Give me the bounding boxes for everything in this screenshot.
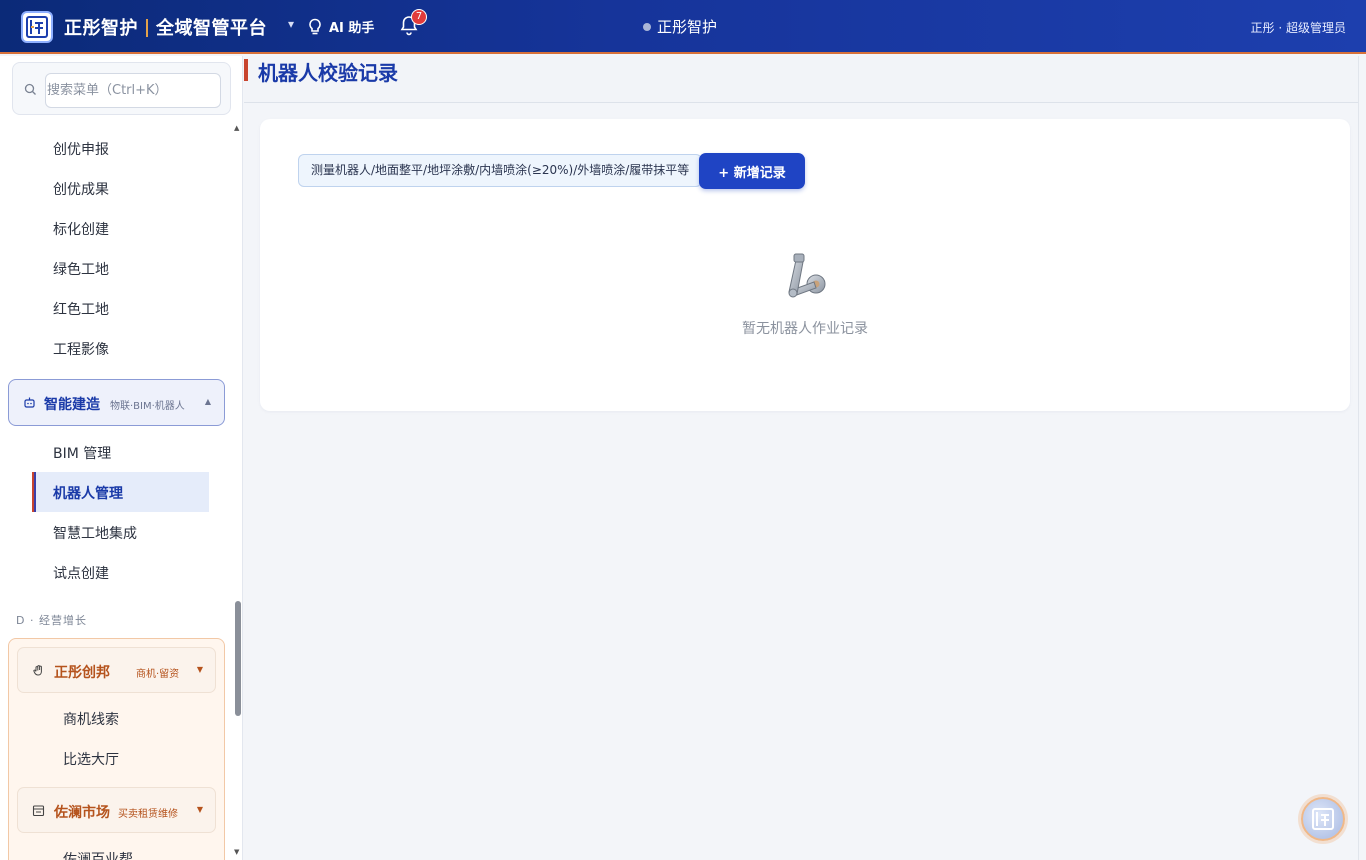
collapse-arrow-icon: ▲ xyxy=(204,397,211,406)
scroll-down-arrow[interactable]: ▼ xyxy=(234,848,239,856)
sidebar-item-robot-management[interactable]: 机器人管理 xyxy=(32,472,209,512)
sidebar-item-chuangyou-shenbao[interactable]: 创优申报 xyxy=(53,139,109,159)
sub-group-title: 正彤创邦 xyxy=(54,665,110,681)
ai-assistant-label: AI 助手 xyxy=(329,21,375,36)
section-label-growth: D · 经营增长 xyxy=(16,614,87,627)
group-title: 智能建造 xyxy=(44,397,100,413)
sidebar-item-bidding-hall[interactable]: 比选大厅 xyxy=(63,749,119,769)
robot-arm-icon xyxy=(788,253,826,298)
sidebar-group-zhengtong-chuangbang[interactable]: 正彤创邦 商机·留资 ▼ xyxy=(17,647,216,693)
platform-switch-caret[interactable]: ▾ xyxy=(288,17,294,31)
store-icon xyxy=(32,805,45,817)
expand-arrow-icon: ▼ xyxy=(196,665,203,674)
platform-name: 全域智管平台 xyxy=(156,18,267,39)
robot-icon xyxy=(24,397,35,408)
user-info[interactable]: 正彤 · 超级管理员 xyxy=(1251,19,1346,36)
sidebar-item-project-images[interactable]: 工程影像 xyxy=(53,339,109,359)
empty-state-text: 暂无机器人作业记录 xyxy=(742,321,868,337)
sub-group-subtitle: 商机·留资 xyxy=(136,669,180,680)
sidebar-item-biaohua-chuangjian[interactable]: 标化创建 xyxy=(53,219,109,239)
lightbulb-icon xyxy=(309,18,321,34)
floating-assistant-button[interactable] xyxy=(1301,797,1345,841)
search-icon xyxy=(24,83,36,95)
sidebar-item-label: 机器人管理 xyxy=(53,486,123,502)
scroll-up-arrow[interactable]: ▲ xyxy=(234,124,239,132)
sidebar-item-pilot[interactable]: 试点创建 xyxy=(53,563,109,583)
growth-group-container: 正彤创邦 商机·留资 ▼ 商机线索 比选大厅 佐澜市场 买卖租赁维修 ▼ 佐澜百… xyxy=(8,638,225,860)
sub-group-title: 佐澜市场 xyxy=(54,805,110,821)
search-box xyxy=(12,62,231,115)
top-header: 正彤智护 全域智管平台 ▾ AI 助手 7 正彤智护 正彤 · 超级管理员 xyxy=(0,0,1366,54)
brand-separator xyxy=(146,19,148,37)
logo-icon xyxy=(26,16,48,38)
sidebar-scrollbar-thumb[interactable] xyxy=(235,601,241,716)
logo-icon xyxy=(1312,808,1334,830)
sidebar-item-zuolan-baiyebang[interactable]: 佐澜百业帮 xyxy=(63,849,133,860)
add-record-button[interactable]: + 新增记录 xyxy=(699,153,805,189)
sidebar-group-zuolan-market[interactable]: 佐澜市场 买卖租赁维修 ▼ xyxy=(17,787,216,833)
status-dot xyxy=(643,22,651,31)
search-input[interactable] xyxy=(45,73,221,108)
sidebar-item-green-site[interactable]: 绿色工地 xyxy=(53,259,109,279)
center-title-text: 正彤智护 xyxy=(657,18,718,36)
hand-icon xyxy=(33,665,42,676)
content-right-border xyxy=(1358,56,1359,860)
records-card: 测量机器人/地面整平/地坪涂敷/内墙喷涂(≥20%)/外墙喷涂/履带抹平等 + … xyxy=(260,119,1350,411)
sub-group-subtitle: 买卖租赁维修 xyxy=(118,809,178,820)
title-accent-bar xyxy=(244,59,248,81)
sidebar-item-bim[interactable]: BIM 管理 xyxy=(53,443,111,463)
page-header: 机器人校验记录 xyxy=(244,56,1358,103)
sidebar: ▲ 创优申报 创优成果 标化创建 绿色工地 红色工地 工程影像 智能建造 物联·… xyxy=(0,56,243,860)
sidebar-item-leads[interactable]: 商机线索 xyxy=(63,709,119,729)
brand-name: 正彤智护 xyxy=(64,18,138,39)
brand-title: 正彤智护 全域智管平台 xyxy=(64,14,267,40)
ai-assistant-button[interactable]: AI 助手 xyxy=(307,17,374,36)
notification-badge: 7 xyxy=(411,9,427,25)
robot-type-filter[interactable]: 测量机器人/地面整平/地坪涂敷/内墙喷涂(≥20%)/外墙喷涂/履带抹平等 xyxy=(298,154,703,187)
sidebar-item-chuangyou-chengguo[interactable]: 创优成果 xyxy=(53,179,109,199)
page-title: 机器人校验记录 xyxy=(258,61,398,85)
sidebar-item-red-site[interactable]: 红色工地 xyxy=(53,299,109,319)
sidebar-group-smart-construction[interactable]: 智能建造 物联·BIM·机器人 ▲ xyxy=(8,379,225,426)
sidebar-item-smart-site[interactable]: 智慧工地集成 xyxy=(53,523,137,543)
app-logo[interactable] xyxy=(21,11,53,43)
group-subtitle: 物联·BIM·机器人 xyxy=(110,401,185,412)
header-center-title: 正彤智护 xyxy=(643,16,717,37)
expand-arrow-icon: ▼ xyxy=(196,805,203,814)
